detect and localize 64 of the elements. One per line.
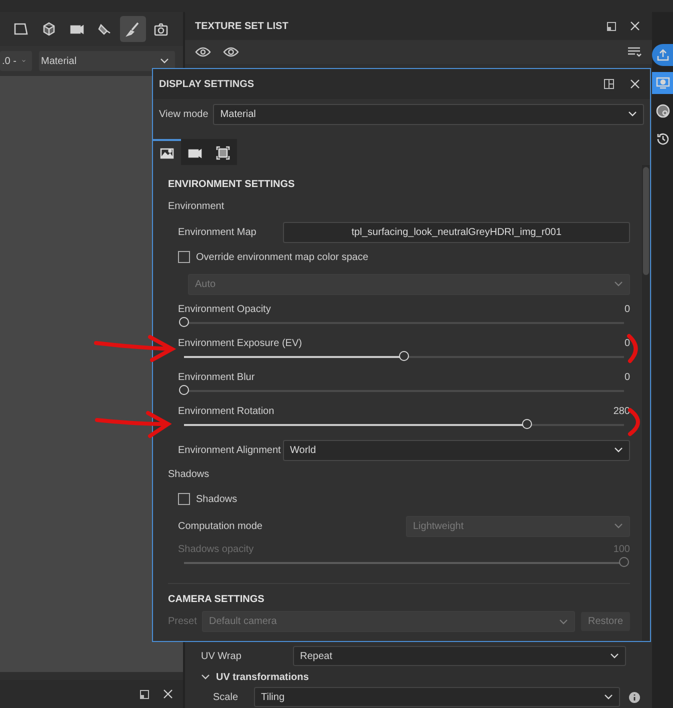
maximize-icon[interactable] <box>137 687 151 701</box>
cube-icon <box>41 21 57 37</box>
chevron-down-icon <box>160 58 169 64</box>
tab[interactable] <box>209 139 237 165</box>
property-label: UV Wrap <box>201 650 242 662</box>
alignment-dropdown[interactable]: World <box>283 440 630 460</box>
environment-map-field[interactable]: tpl_surfacing_look_neutralGreyHDRI_img_r001 <box>283 222 630 242</box>
group-label: Shadows <box>168 469 210 480</box>
slider-value: 100 <box>613 544 630 555</box>
dock-button[interactable] <box>652 44 673 66</box>
globe-icon <box>654 103 670 119</box>
frame-icon <box>215 145 231 161</box>
dropdown[interactable]: Repeat <box>293 646 626 666</box>
dropdown[interactable]: Material <box>39 51 175 71</box>
dock-icon[interactable] <box>602 77 616 91</box>
tool-button[interactable] <box>120 16 146 42</box>
chevron-down-icon <box>604 694 613 700</box>
chevron-down-icon <box>614 447 623 453</box>
slider-value: 0 <box>624 304 630 315</box>
property-label: Scale <box>213 692 240 702</box>
checkbox-label: Shadows <box>196 494 238 504</box>
annotation-bracket <box>628 408 640 436</box>
field-label: Environment Alignment <box>178 444 282 456</box>
float-icon[interactable] <box>604 19 618 33</box>
checkbox[interactable] <box>178 251 190 263</box>
section-toggle[interactable]: UV transformations <box>201 672 309 682</box>
frame-icon <box>13 21 29 37</box>
section-heading: CAMERA SETTINGS <box>168 594 266 605</box>
share-icon <box>654 47 670 63</box>
chevron-down-icon <box>614 523 623 529</box>
field-label: Preset <box>168 616 196 627</box>
field-label: Environment Map <box>178 226 258 238</box>
window-title: DISPLAY SETTINGS <box>159 78 256 90</box>
tab[interactable] <box>153 139 181 165</box>
checkbox-label: Override environment map color space <box>196 252 368 262</box>
slider-label: Environment Rotation <box>178 406 274 417</box>
field-label: View mode <box>159 108 208 120</box>
view-mode-dropdown[interactable]: Material <box>213 104 644 124</box>
slider-value: 0 <box>624 338 630 349</box>
camera-icon <box>153 21 169 37</box>
monitor-icon <box>654 75 670 91</box>
group-label: Environment <box>168 201 226 212</box>
checkbox[interactable] <box>178 493 190 505</box>
dropdown[interactable]: Tiling <box>254 687 620 707</box>
chevron-down-icon <box>614 281 623 287</box>
bucket-icon <box>97 21 113 37</box>
panel-title: TEXTURE SET LIST <box>195 20 290 32</box>
history-icon <box>654 131 670 147</box>
slider-label: Environment Opacity <box>178 304 271 315</box>
slider-label: Shadows opacity <box>178 544 254 555</box>
scrollbar[interactable] <box>642 165 650 641</box>
brush-icon <box>125 21 141 37</box>
chevron-down-icon <box>628 111 637 117</box>
chevron-down-icon <box>610 653 619 659</box>
dropdown[interactable]: .0 - <box>0 51 32 71</box>
chevron-icon <box>201 674 210 680</box>
slider-value: 0 <box>624 372 630 383</box>
slider-label: Environment Blur <box>178 372 255 383</box>
info-icon[interactable] <box>628 691 640 703</box>
slider-label: Environment Exposure (EV) <box>178 338 302 349</box>
chevron-down-icon <box>558 618 568 624</box>
tab[interactable] <box>181 139 209 165</box>
section-heading: ENVIRONMENT SETTINGS <box>168 179 296 190</box>
field-label: Computation mode <box>178 520 264 532</box>
